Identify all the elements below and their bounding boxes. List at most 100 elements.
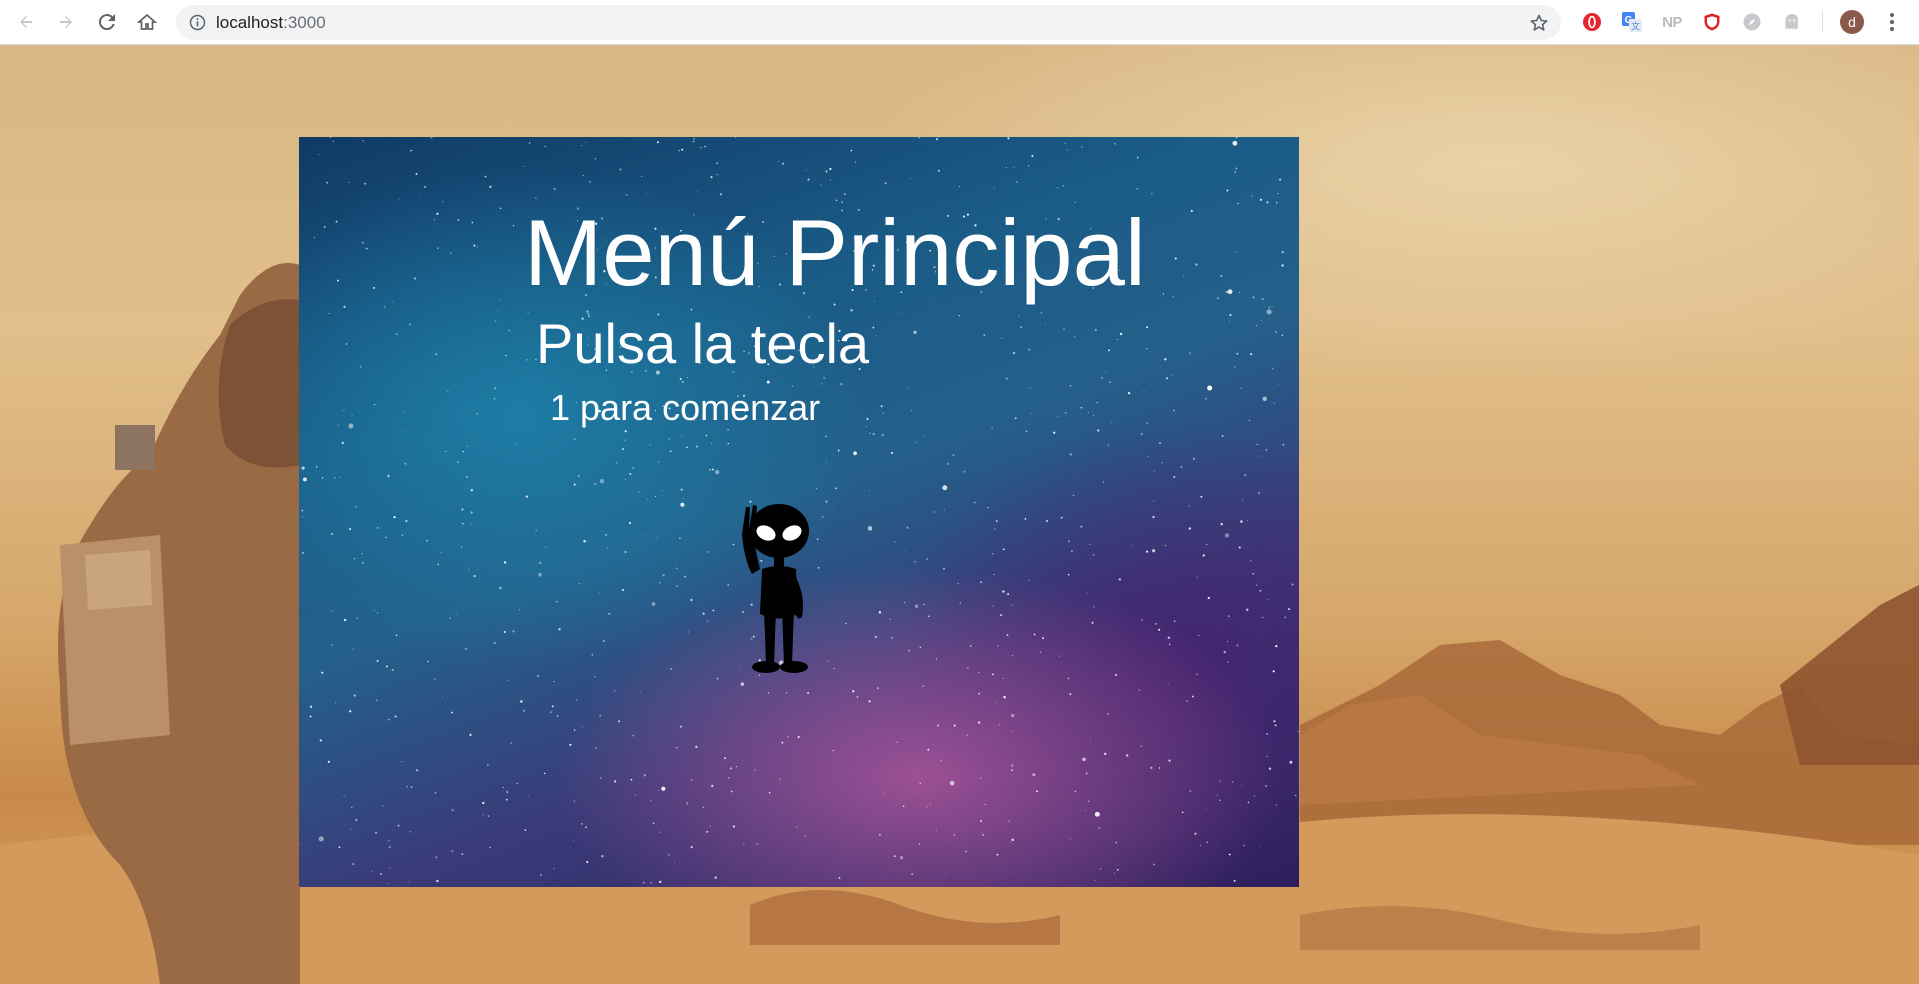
reload-button[interactable]	[95, 10, 119, 34]
star	[493, 398, 496, 400]
translate-icon[interactable]: G文	[1621, 11, 1643, 33]
star	[624, 430, 627, 433]
star	[594, 747, 597, 749]
star	[494, 320, 497, 322]
star	[1106, 712, 1109, 715]
menu-subtitle: Pulsa la tecla	[536, 312, 870, 375]
astronaut-helmet	[218, 299, 300, 468]
star	[382, 805, 384, 807]
star	[302, 516, 304, 518]
back-button[interactable]	[14, 10, 38, 34]
star	[900, 856, 904, 860]
star	[413, 277, 417, 280]
star	[329, 137, 332, 139]
star	[1154, 622, 1157, 625]
home-button[interactable]	[135, 10, 159, 34]
url-host: localhost	[216, 13, 284, 32]
star	[953, 834, 956, 837]
star	[935, 829, 937, 831]
star	[984, 803, 986, 806]
star	[639, 691, 641, 693]
url-text[interactable]: localhost:3000	[216, 13, 326, 33]
compass-icon[interactable]	[1741, 11, 1763, 33]
star	[1152, 500, 1154, 502]
star	[866, 426, 868, 427]
star	[1196, 673, 1198, 676]
star	[778, 160, 780, 162]
star	[621, 448, 624, 451]
star	[923, 436, 925, 438]
opera-icon[interactable]	[1581, 11, 1603, 33]
star	[1255, 325, 1257, 327]
star	[540, 874, 542, 876]
game-canvas[interactable]: Menú Principal Pulsa la tecla 1 para com…	[299, 137, 1299, 887]
arrow-left-icon	[20, 16, 32, 28]
star	[942, 567, 946, 570]
star	[1021, 393, 1023, 395]
star	[506, 791, 509, 794]
star	[804, 835, 806, 837]
star	[1069, 838, 1071, 840]
star	[375, 699, 378, 702]
np-icon[interactable]: NP	[1661, 11, 1683, 33]
star	[1271, 306, 1273, 308]
star	[553, 187, 556, 190]
star	[1250, 352, 1253, 356]
forward-button[interactable]	[54, 10, 78, 34]
profile-avatar[interactable]: d	[1840, 10, 1864, 34]
star	[1007, 137, 1010, 140]
star	[1018, 315, 1020, 317]
star	[690, 598, 693, 602]
star	[767, 692, 769, 694]
star	[337, 279, 339, 282]
star	[489, 185, 492, 188]
star	[679, 377, 682, 381]
star	[398, 198, 400, 200]
star	[897, 311, 899, 313]
star	[734, 137, 737, 138]
star	[1097, 429, 1100, 432]
star	[1260, 320, 1262, 321]
star	[339, 476, 341, 478]
star	[365, 247, 368, 250]
star	[820, 184, 822, 186]
star	[1066, 149, 1068, 151]
star	[937, 169, 940, 172]
shield-icon[interactable]	[1701, 11, 1723, 33]
star	[1003, 677, 1004, 679]
star	[1008, 820, 1010, 822]
star	[854, 161, 857, 163]
star	[442, 696, 443, 698]
bookmark-star-icon[interactable]	[1529, 13, 1549, 33]
star	[1234, 170, 1237, 173]
star	[403, 411, 405, 413]
star	[1216, 297, 1219, 300]
star	[1275, 804, 1277, 806]
star	[910, 409, 913, 412]
info-icon[interactable]	[189, 14, 206, 31]
browser-menu-button[interactable]	[1880, 10, 1904, 34]
star	[354, 505, 358, 508]
star	[1246, 608, 1249, 611]
star	[868, 700, 871, 703]
star	[445, 450, 447, 452]
star	[401, 430, 403, 432]
ghost-icon[interactable]	[1781, 11, 1803, 33]
star	[395, 634, 398, 636]
star	[1261, 298, 1264, 301]
address-bar[interactable]: localhost:3000	[176, 5, 1561, 40]
star	[1152, 549, 1156, 553]
star	[882, 793, 884, 795]
star	[635, 503, 637, 505]
star	[868, 490, 870, 492]
star	[580, 145, 583, 147]
star	[980, 820, 982, 822]
star	[727, 428, 729, 431]
star	[690, 846, 693, 849]
star	[1227, 661, 1229, 663]
star	[673, 861, 675, 863]
star	[343, 409, 345, 411]
star	[906, 526, 909, 529]
star	[919, 782, 922, 785]
star	[657, 789, 659, 792]
